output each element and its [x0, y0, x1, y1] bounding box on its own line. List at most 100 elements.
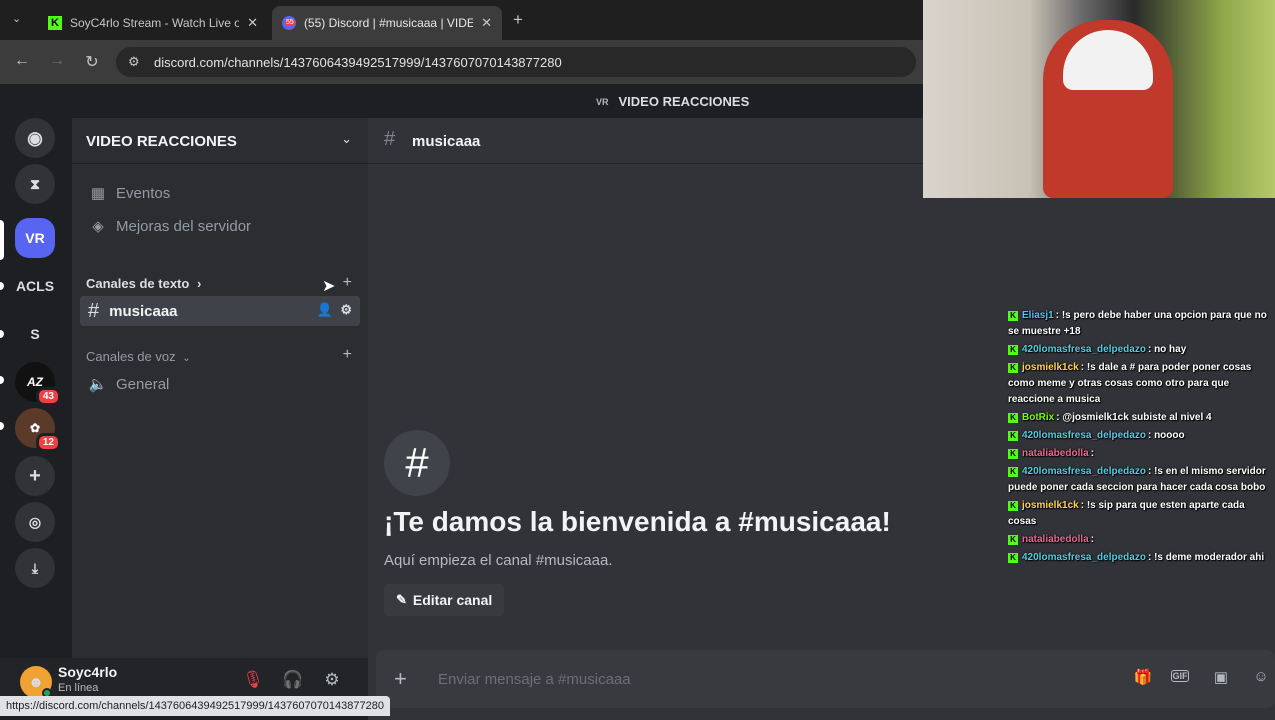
tab-notification-badge: 55 [285, 19, 295, 26]
kick-badge-icon: K [1008, 311, 1018, 321]
chevron-down-icon: ⌄ [182, 353, 191, 364]
kick-icon: K [48, 16, 62, 30]
server-hourglass[interactable]: ⧗ [15, 164, 55, 204]
direct-messages-button[interactable]: ◉ [15, 118, 55, 158]
kick-badge-icon: K [1008, 467, 1018, 477]
tab-kick-stream[interactable]: K SoyC4rlo Stream - Watch Live o ✕ [38, 6, 268, 40]
invite-icon[interactable]: 👤 [317, 302, 333, 317]
category-label: Canales de texto [86, 276, 190, 291]
server-logo-icon: ✿ [29, 421, 41, 435]
edit-channel-button[interactable]: ✎ Editar canal [384, 584, 505, 616]
reload-icon[interactable]: ↻ [82, 52, 102, 72]
add-server-button[interactable]: + [15, 456, 55, 496]
speaker-icon: 🔈 [88, 376, 108, 393]
boost-icon: ◈ [92, 218, 104, 235]
server-label: ACLS [15, 278, 55, 294]
unread-pill [0, 422, 4, 430]
title-server-name: VIDEO REACCIONES [618, 94, 750, 109]
chat-message: K BotRix: @josmielk1ck subiste al nivel 4 [1008, 410, 1273, 426]
chat-text: !s deme moderador ahi [1154, 552, 1265, 563]
kick-badge-icon: K [1008, 501, 1018, 511]
chat-text: no hay [1154, 344, 1187, 355]
text-channels-category[interactable]: Canales de texto › [86, 276, 201, 291]
chat-message: Kjosmielk1ck: !s dale a # para poder pon… [1008, 362, 1252, 405]
chat-message: Kjosmielk1ck: !s sip para que esten apar… [1008, 500, 1245, 527]
chat-message: K 420lomasfresa_delpedazo: noooo [1008, 428, 1273, 444]
forward-icon[interactable]: → [47, 52, 67, 70]
site-settings-icon[interactable]: ⚙ [128, 54, 140, 70]
compass-icon: ◎ [28, 513, 42, 530]
chat-message: Knataliabedolla: [1008, 446, 1273, 462]
stream-chat-overlay: K Eliasj1: !s pero debe haber una opcion … [1008, 308, 1273, 568]
tab-list-chevron-icon[interactable]: ⌄ [12, 12, 21, 25]
create-voice-channel-icon[interactable]: + [343, 346, 352, 364]
gear-icon[interactable]: ⚙ [340, 302, 352, 317]
headphones-icon[interactable]: 🎧 [282, 670, 304, 690]
message-input[interactable] [438, 666, 1038, 692]
channel-label: musicaaa [109, 302, 178, 320]
upload-plus-icon[interactable]: + [394, 666, 407, 692]
server-vr[interactable]: VR [15, 218, 55, 258]
active-server-pill [0, 220, 4, 260]
address-bar[interactable]: ⚙ discord.com/channels/14376064394925179… [116, 47, 916, 77]
chat-username[interactable]: josmielk1ck [1022, 500, 1079, 511]
username: Soyc4rlo [58, 664, 118, 680]
welcome-title: ¡Te damos la bienvenida a #musicaaa! [384, 506, 891, 537]
chat-message: K 420lomasfresa_delpedazo: no hay [1008, 342, 1273, 358]
channel-musicaaa[interactable]: # musicaaa 👤 ⚙ [80, 296, 360, 326]
gif-icon[interactable]: GIF [1171, 670, 1189, 682]
chat-username[interactable]: 420lomasfresa_delpedazo [1022, 552, 1146, 563]
mouse-cursor-icon: ➤ [322, 278, 336, 295]
download-apps-button[interactable]: ⤓ [15, 548, 55, 588]
server-boosts-item[interactable]: ◈ Mejoras del servidor [80, 211, 360, 241]
back-icon[interactable]: ← [12, 52, 32, 70]
voice-channels-category[interactable]: Canales de voz ⌄ [86, 349, 191, 364]
chat-username[interactable]: nataliabedolla [1022, 534, 1089, 545]
events-item[interactable]: ▦ Eventos [80, 178, 360, 208]
server-label: S [30, 326, 40, 342]
chat-username[interactable]: 420lomasfresa_delpedazo [1022, 466, 1146, 477]
voice-channel-general[interactable]: 🔈 General [80, 369, 360, 399]
category-label: Canales de voz [86, 349, 176, 364]
boosts-label: Mejoras del servidor [116, 217, 252, 235]
chat-message: K 420lomasfresa_delpedazo: !s en el mismo… [1008, 466, 1266, 493]
plus-icon: + [29, 464, 41, 487]
emoji-avatar-icon: ☻ [28, 673, 44, 691]
server-abbr: VR [596, 96, 609, 107]
sticker-icon[interactable]: ▣ [1210, 668, 1232, 686]
chat-username[interactable]: BotRix [1022, 412, 1054, 423]
server-acls[interactable]: ACLS [15, 266, 55, 306]
server-header[interactable]: VIDEO REACCIONES ⌄ [72, 118, 368, 164]
chat-username[interactable]: Eliasj1 [1022, 310, 1054, 321]
welcome-hash-icon: # [384, 430, 450, 496]
new-tab-icon[interactable]: + [513, 10, 523, 30]
server-avatar-2[interactable]: ✿ 12 [15, 408, 61, 452]
user-settings-gear-icon[interactable]: ⚙ [321, 670, 343, 690]
close-tab-icon[interactable]: ✕ [247, 15, 258, 31]
discover-button[interactable]: ◎ [15, 502, 55, 542]
close-tab-icon[interactable]: ✕ [481, 15, 492, 31]
chat-username[interactable]: nataliabedolla [1022, 448, 1089, 459]
unread-pill [0, 376, 4, 384]
chat-username[interactable]: josmielk1ck [1022, 362, 1079, 373]
emoji-icon[interactable]: ☺ [1250, 668, 1272, 685]
create-text-channel-icon[interactable]: + [343, 274, 352, 292]
chat-username[interactable]: 420lomasfresa_delpedazo [1022, 430, 1146, 441]
chevron-down-icon: ⌄ [341, 131, 352, 146]
gift-icon[interactable]: 🎁 [1132, 668, 1154, 686]
chat-username[interactable]: 420lomasfresa_delpedazo [1022, 344, 1146, 355]
events-label: Eventos [116, 184, 171, 202]
kick-badge-icon: K [1008, 449, 1018, 459]
kick-badge-icon: K [1008, 431, 1018, 441]
server-s[interactable]: S [15, 314, 55, 354]
kick-badge-icon: K [1008, 535, 1018, 545]
pencil-icon: ✎ [396, 592, 407, 607]
browser-tab-bar: ⌄ K SoyC4rlo Stream - Watch Live o ✕ 55 … [0, 0, 923, 40]
calendar-icon: ▦ [90, 185, 106, 202]
server-avatar-1[interactable]: AZ 43 [15, 362, 61, 406]
kick-badge-icon: K [1008, 345, 1018, 355]
message-composer: + 🎁 GIF ▣ ☺ [376, 650, 1275, 708]
mute-microphone-icon[interactable]: 🎙 [242, 670, 264, 690]
tab-discord[interactable]: 55 (55) Discord | #musicaaa | VIDE ✕ [272, 6, 502, 40]
chat-message: K 420lomasfresa_delpedazo: !s deme modera… [1008, 550, 1273, 566]
